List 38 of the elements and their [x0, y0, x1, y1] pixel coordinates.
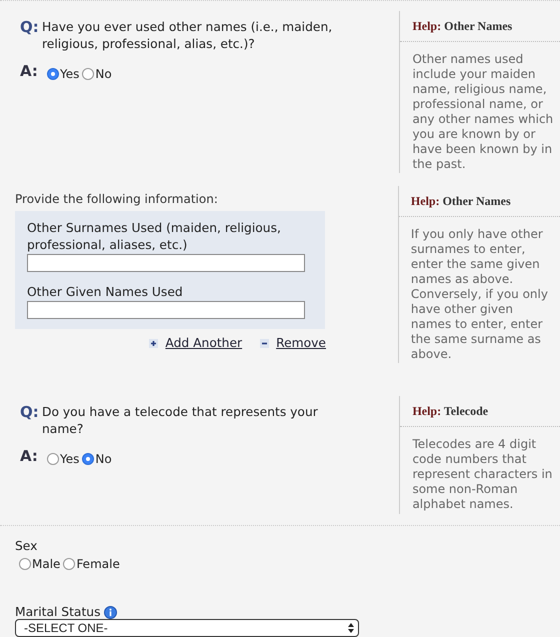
input-field[interactable]: [27, 254, 305, 272]
question-marker: Q:: [20, 19, 38, 35]
help-text: If you only have other surnames to enter, enter the same given names as above. Conversely, if you only have other given names to enter, enter the same surname as above.: [410, 226, 549, 364]
field-label: Other Surnames Used (maiden, religious, professional, aliases, etc.): [27, 220, 282, 254]
radio-option[interactable]: Female: [63, 556, 120, 571]
marital-status-label: Marital Status: [15, 605, 100, 620]
radio-button[interactable]: [47, 68, 59, 80]
input-field[interactable]: [27, 301, 305, 320]
answer-marker: A:: [20, 63, 38, 79]
radio-button[interactable]: [47, 452, 59, 465]
radio-button[interactable]: [82, 452, 94, 465]
help-title: Help: Telecode: [400, 396, 560, 427]
sex-label: Sex: [15, 538, 38, 553]
radio-option[interactable]: No: [82, 452, 112, 466]
radio-button[interactable]: [63, 558, 76, 570]
question-marker: Q:: [20, 404, 38, 420]
help-title: Help: Other Names: [400, 11, 560, 42]
action-link[interactable]: Add Another: [165, 336, 242, 350]
radio-button[interactable]: [82, 68, 94, 80]
radio-option[interactable]: Male: [19, 556, 60, 571]
action-link[interactable]: Remove: [276, 336, 326, 350]
radio-option[interactable]: Yes: [47, 67, 80, 81]
plus-icon: [149, 338, 158, 348]
radio-option[interactable]: Yes: [47, 452, 80, 466]
radio-option[interactable]: No: [82, 67, 112, 81]
marital-status-select[interactable]: -SELECT ONE-: [15, 619, 359, 637]
answer-marker: A:: [20, 448, 38, 464]
help-title: Help: Other Names: [398, 186, 560, 218]
help-text: Other names used include your maiden name, religious name, professional name, or any other names which you are known by or have been known by in the past.: [411, 51, 554, 173]
help-text: Telecodes are 4 digit code numbers that represent characters in some non-Roman alphabet names.: [411, 436, 554, 513]
minus-icon: [260, 338, 270, 348]
radio-button[interactable]: [19, 558, 31, 570]
question-text: Do you have a telecode that represents your name?: [42, 404, 319, 438]
select-arrows-icon: [348, 623, 354, 634]
info-icon[interactable]: [104, 606, 118, 619]
field-label: Other Given Names Used: [27, 284, 184, 302]
question-text: Have you ever used other names (i.e., maiden, religious, professional, alias, etc.)?: [42, 19, 334, 53]
intro-text: Provide the following information:: [15, 192, 219, 206]
